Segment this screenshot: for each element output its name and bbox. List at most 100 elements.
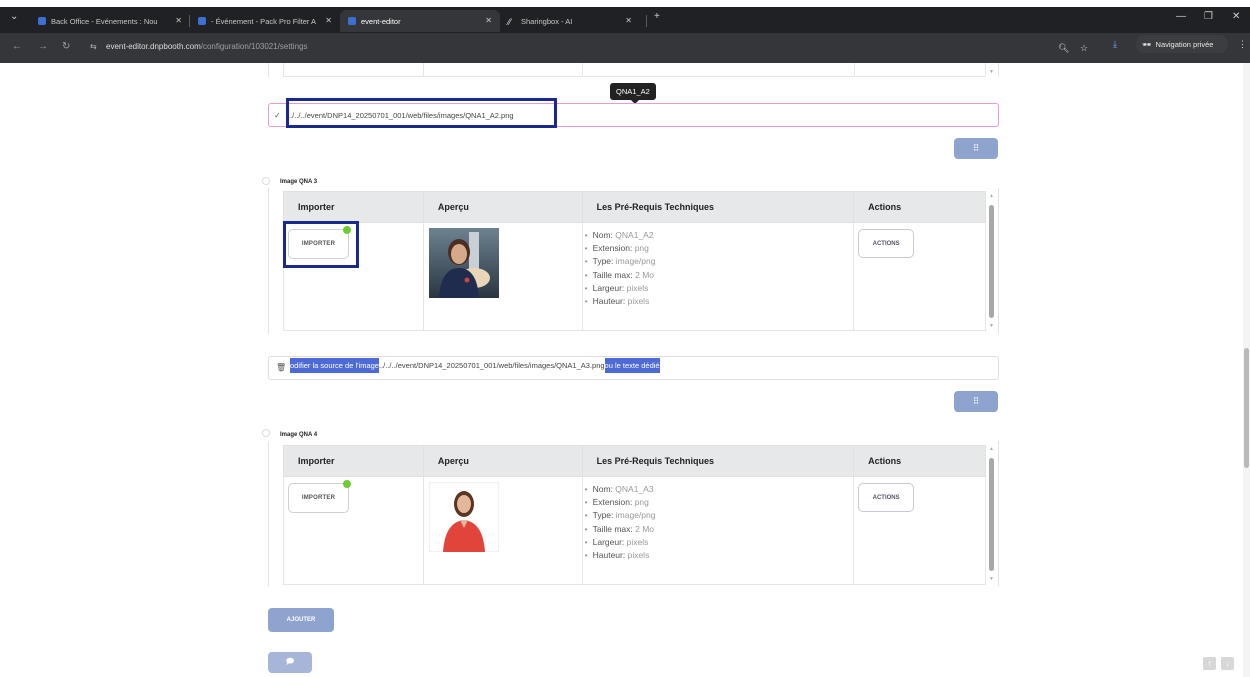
bookmark-star-icon[interactable]: ☆ xyxy=(1080,43,1088,54)
minimize-icon[interactable]: — xyxy=(1176,11,1186,22)
requirements-table: Importer Aperçu Les Pré-Requis Technique… xyxy=(283,445,986,585)
drag-handle-button[interactable]: ⠿ xyxy=(954,138,998,159)
site-info-icon[interactable]: ⇆ xyxy=(90,42,97,51)
scroll-down-arrow-icon[interactable]: ▼ xyxy=(989,576,994,582)
tab-back-office[interactable]: Back Office - Evénements : Nou ✕ xyxy=(30,10,190,32)
col-header: Les Pré-Requis Techniques xyxy=(581,191,855,223)
requirements-table: Importer Aperçu Les Pré-Requis Technique… xyxy=(283,191,986,331)
scrollbar-thumb[interactable] xyxy=(989,458,994,571)
list-item: Type: image/png xyxy=(585,509,854,522)
scroll-top-button[interactable]: ↑ xyxy=(1203,657,1216,670)
requirements-list: Nom: QNA1_A3 Extension: png Type: image/… xyxy=(585,483,854,562)
table-scrollbar[interactable]: ▲ ▼ xyxy=(988,446,996,586)
window-close-icon[interactable]: ✕ xyxy=(1232,11,1240,22)
arrow-down-icon: ↓ xyxy=(1225,659,1230,668)
scroll-up-arrow-icon[interactable]: ▲ xyxy=(989,193,994,199)
tab-title: Back Office - Evénements : Nou xyxy=(51,16,158,26)
url-text[interactable]: event-editor.dnpbooth.com/configuration/… xyxy=(106,42,307,51)
col-header: Aperçu xyxy=(422,445,583,477)
col-header: Actions xyxy=(853,191,986,223)
new-tab-button[interactable]: + xyxy=(654,11,660,22)
tab-title: - Événement - Pack Pro Filter A xyxy=(211,16,317,26)
list-item: Taille max: 2 Mo xyxy=(585,269,854,282)
comment-button[interactable]: 🗩︎ xyxy=(268,652,312,673)
tab-search-icon[interactable]: ⌄ xyxy=(10,11,18,22)
favicon-icon xyxy=(198,17,206,25)
trash-icon[interactable]: 🗑︎ xyxy=(276,363,286,372)
reload-icon[interactable]: ↻ xyxy=(62,41,70,52)
list-item: Nom: QNA1_A3 xyxy=(585,483,854,496)
scroll-up-arrow-icon[interactable]: ▲ xyxy=(989,446,994,452)
preview-cell xyxy=(422,476,583,585)
import-button[interactable]: IMPORTER xyxy=(288,480,351,513)
preview-cell xyxy=(422,222,583,331)
download-icon[interactable]: ⤓ xyxy=(1113,39,1117,50)
url-path: /configuration/103021/settings xyxy=(200,42,308,51)
address-bar[interactable]: ⇆ event-editor.dnpbooth.com/configuratio… xyxy=(86,37,1234,59)
add-button[interactable]: AJOUTER xyxy=(268,608,334,632)
list-item: Type: image/png xyxy=(585,255,854,268)
list-item: Nom: QNA1_A2 xyxy=(585,229,854,242)
actions-cell: ACTIONS xyxy=(853,222,986,331)
requirements-list: Nom: QNA1_A2 Extension: png Type: image/… xyxy=(585,229,854,308)
image-path-input-a3[interactable]: 🗑︎ odifier la source de l'image../../../… xyxy=(268,356,999,380)
table-header-row: Importer Aperçu Les Pré-Requis Technique… xyxy=(283,445,986,477)
tab-title: Sharingbox - AI xyxy=(521,16,573,26)
url-host: event-editor.dnpbooth.com xyxy=(106,42,201,51)
section-title: Image QNA 4 xyxy=(280,432,318,438)
incognito-label: Navigation privée xyxy=(1155,39,1214,49)
tab-event-editor[interactable]: event-editor ✕ xyxy=(340,10,500,32)
highlight-box-path xyxy=(286,98,557,128)
close-icon[interactable]: ✕ xyxy=(625,16,632,25)
list-item: Hauteur: pixels xyxy=(585,549,854,562)
back-icon[interactable]: ← xyxy=(12,41,22,52)
list-item: Largeur: pixels xyxy=(585,536,854,549)
image-path-text[interactable]: odifier la source de l'image../../../eve… xyxy=(290,358,660,373)
requirements-cell: Nom: QNA1_A3 Extension: png Type: image/… xyxy=(581,476,855,585)
col-header: Les Pré-Requis Techniques xyxy=(581,445,855,477)
section-radio[interactable] xyxy=(262,429,270,437)
table-scrollbar[interactable]: ▲ ▼ xyxy=(988,193,996,333)
restore-icon[interactable]: ❐ xyxy=(1204,11,1213,22)
close-icon[interactable]: ✕ xyxy=(485,16,492,25)
close-icon[interactable]: ✕ xyxy=(175,16,182,25)
scroll-down-arrow-icon[interactable]: ▼ xyxy=(989,323,994,329)
scroll-bottom-button[interactable]: ↓ xyxy=(1221,657,1234,670)
preview-image-astronaut xyxy=(428,228,499,298)
tab-evenement[interactable]: - Événement - Pack Pro Filter A ✕ xyxy=(190,10,340,32)
menu-kebab-icon[interactable]: ⋮ xyxy=(1238,39,1247,50)
arrow-up-icon: ↑ xyxy=(1207,659,1212,668)
actions-button[interactable]: ACTIONS xyxy=(858,229,915,258)
list-item: Hauteur: pixels xyxy=(585,295,854,308)
tab-strip: ⌄ Back Office - Evénements : Nou ✕ - Évé… xyxy=(0,7,1250,33)
scroll-down-arrow-icon[interactable]: ▼ xyxy=(989,69,994,75)
table-row: IMPORTER • Nom: QNA1_A2 • Extension: png… xyxy=(283,222,986,331)
list-item: Extension: png xyxy=(585,496,854,509)
section-radio[interactable] xyxy=(262,177,270,185)
scrollbar-thumb[interactable] xyxy=(1244,348,1249,468)
selected-text: ou le texte dédié xyxy=(604,358,660,373)
page-content: ▼ QNA1_A2 ✓ ../../../event/DNP14_2025070… xyxy=(0,63,1250,677)
incognito-badge[interactable]: 🕶︎ Navigation privée xyxy=(1136,35,1228,53)
table-row: IMPORTER Nom: QNA1_A3 xyxy=(283,476,986,585)
close-icon[interactable]: ✕ xyxy=(325,16,332,25)
actions-cell: ACTIONS xyxy=(853,476,986,585)
tab-sharingbox[interactable]: ⁄⁄ Sharingbox - AI ✕ xyxy=(500,10,640,32)
table-header-row: Importer Aperçu Les Pré-Requis Technique… xyxy=(283,191,986,223)
favicon-icon xyxy=(348,17,356,25)
actions-button[interactable]: ACTIONS xyxy=(858,483,915,512)
requirements-cell: Nom: QNA1_A2 Extension: png Type: image/… xyxy=(581,222,855,331)
preview-image-woman xyxy=(428,482,499,552)
favicon-icon xyxy=(38,17,46,25)
list-item: Taille max: 2 Mo xyxy=(585,523,854,536)
list-item: Largeur: pixels xyxy=(585,282,854,295)
previous-table-bottom xyxy=(283,63,986,77)
forward-icon[interactable]: → xyxy=(38,41,48,52)
zoom-icon[interactable]: 🔍︎ xyxy=(1058,43,1069,54)
scrollbar-thumb[interactable] xyxy=(989,205,994,318)
incognito-icon: 🕶︎ xyxy=(1142,39,1152,49)
drag-handle-button[interactable]: ⠿ xyxy=(954,391,998,412)
col-header: Importer xyxy=(283,191,424,223)
page-scrollbar[interactable] xyxy=(1243,63,1250,677)
sharingbox-favicon-icon: ⁄⁄ xyxy=(508,17,512,27)
